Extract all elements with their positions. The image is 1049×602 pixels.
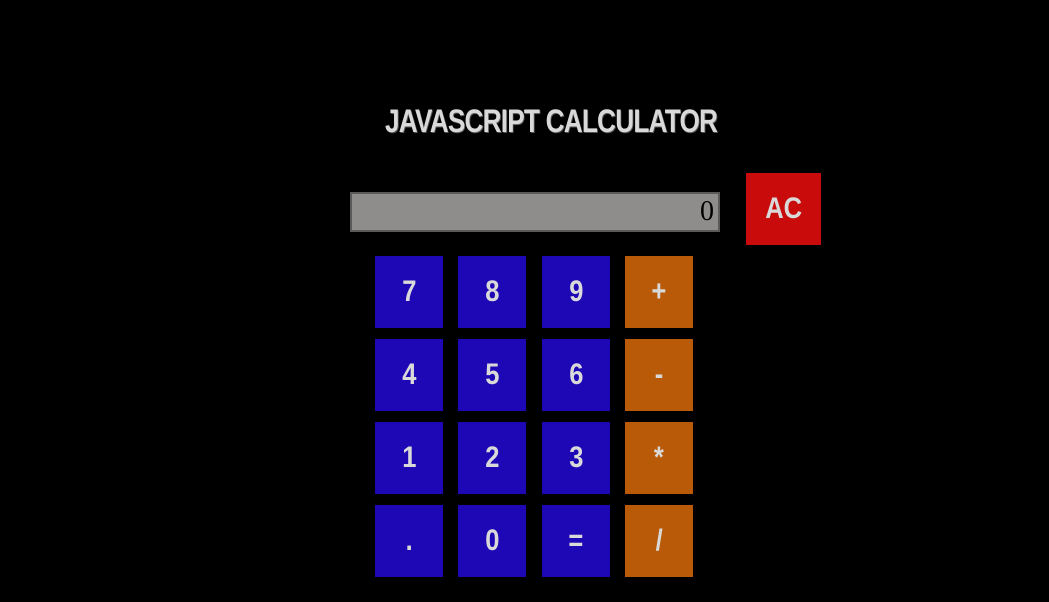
- display-value: 0: [700, 196, 714, 227]
- key-2-button[interactable]: 2: [458, 422, 526, 494]
- key-1-button[interactable]: 1: [375, 422, 443, 494]
- page-title: JAVASCRIPT CALCULATOR: [385, 103, 718, 139]
- key-1-label: 1: [401, 441, 417, 474]
- multiply-button[interactable]: *: [625, 422, 693, 494]
- multiply-label: *: [654, 441, 664, 474]
- key-3-label: 3: [568, 441, 584, 474]
- subtract-button[interactable]: -: [625, 339, 693, 411]
- key-0-label: 0: [484, 524, 500, 557]
- equals-button[interactable]: =: [542, 505, 610, 577]
- key-0-button[interactable]: 0: [458, 505, 526, 577]
- key-6-label: 6: [568, 358, 584, 391]
- key-7-label: 7: [401, 275, 417, 308]
- add-button[interactable]: +: [625, 256, 693, 328]
- key-3-button[interactable]: 3: [542, 422, 610, 494]
- all-clear-label: AC: [765, 192, 802, 225]
- key-4-label: 4: [401, 358, 417, 391]
- all-clear-button[interactable]: AC: [746, 173, 821, 245]
- equals-label: =: [568, 524, 584, 557]
- add-label: +: [651, 275, 667, 308]
- key-6-button[interactable]: 6: [542, 339, 610, 411]
- decimal-button[interactable]: .: [375, 505, 443, 577]
- subtract-label: -: [654, 358, 664, 391]
- key-2-label: 2: [484, 441, 500, 474]
- calculator-display[interactable]: 0: [350, 192, 720, 232]
- key-8-button[interactable]: 8: [458, 256, 526, 328]
- decimal-label: .: [405, 524, 413, 557]
- divide-label: /: [655, 524, 663, 557]
- key-4-button[interactable]: 4: [375, 339, 443, 411]
- key-5-label: 5: [484, 358, 500, 391]
- calculator-page: JAVASCRIPT CALCULATOR 0 AC 7 8 9 + 4 5 6…: [0, 0, 1049, 602]
- divide-button[interactable]: /: [625, 505, 693, 577]
- key-9-label: 9: [568, 275, 584, 308]
- key-8-label: 8: [484, 275, 500, 308]
- key-9-button[interactable]: 9: [542, 256, 610, 328]
- key-5-button[interactable]: 5: [458, 339, 526, 411]
- key-7-button[interactable]: 7: [375, 256, 443, 328]
